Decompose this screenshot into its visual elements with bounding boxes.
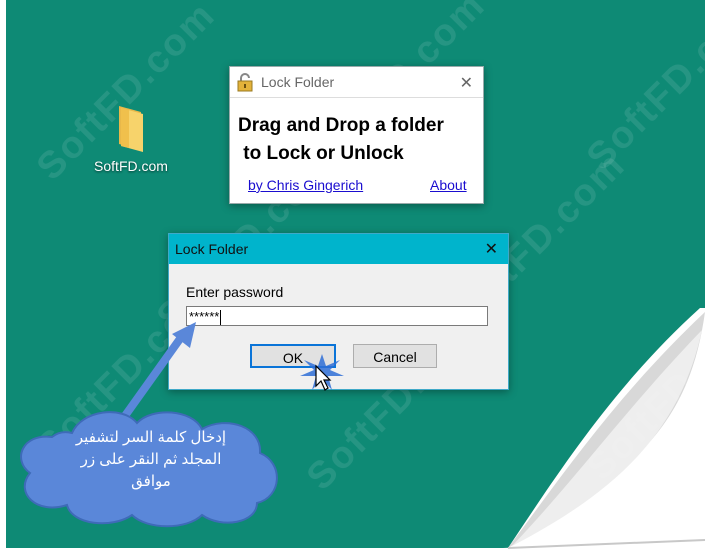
password-input[interactable]: ****** [186,306,488,326]
close-icon[interactable]: ✕ [460,73,473,93]
callout-line: موافق [131,473,171,490]
click-indicator [300,354,344,391]
author-link[interactable]: by Chris Gingerich [248,177,363,193]
lock-icon [237,73,253,92]
title-bar[interactable]: Lock Folder ✕ [169,234,508,264]
callout-text: إدخال كلمة السر لتشفير المجلد ثم النقر ع… [26,427,276,493]
callout-line: إدخال كلمة السر لتشفير [75,429,227,446]
desktop-icon-label: SoftFD.com [94,158,168,174]
title-bar[interactable]: Lock Folder ✕ [230,67,483,97]
window-title: Lock Folder [261,74,335,90]
password-prompt: Enter password [186,284,284,300]
about-link[interactable]: About [430,177,467,193]
desktop-folder-shortcut[interactable]: SoftFD.com [86,102,176,174]
close-icon[interactable]: ✕ [485,239,498,259]
cancel-button[interactable]: Cancel [353,344,437,368]
lock-folder-window: Lock Folder ✕ Drag and Drop a folder to … [229,66,484,204]
callout-line: المجلد ثم النقر على زر [80,451,222,468]
drag-drop-message: Drag and Drop a folder to Lock or Unlock [238,115,444,164]
dialog-title: Lock Folder [175,241,249,257]
folder-icon [119,106,143,152]
